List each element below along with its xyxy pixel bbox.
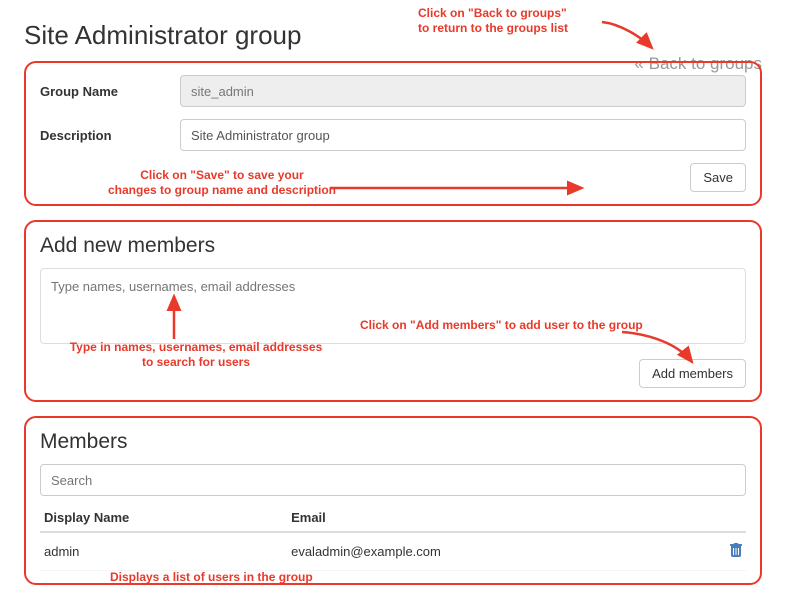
group-name-input[interactable]	[180, 75, 746, 107]
description-label: Description	[40, 128, 180, 143]
description-input[interactable]	[180, 119, 746, 151]
add-members-button[interactable]: Add members	[639, 359, 746, 388]
page-title: Site Administrator group	[24, 20, 762, 51]
member-display-name: admin	[40, 532, 287, 571]
add-members-panel: Add new members Add members	[24, 220, 762, 402]
trash-icon[interactable]	[730, 544, 742, 560]
group-details-panel: Group Name Description Save	[24, 61, 762, 206]
members-heading: Members	[40, 430, 746, 454]
save-button[interactable]: Save	[690, 163, 746, 192]
members-table: Display Name Email admin evaladmin@examp…	[40, 504, 746, 571]
col-email: Email	[287, 504, 675, 532]
members-panel: Members Display Name Email admin evaladm…	[24, 416, 762, 585]
group-name-label: Group Name	[40, 84, 180, 99]
member-email: evaladmin@example.com	[287, 532, 675, 571]
col-display-name: Display Name	[40, 504, 287, 532]
table-row: admin evaladmin@example.com	[40, 532, 746, 571]
add-members-input[interactable]	[40, 268, 746, 344]
add-members-heading: Add new members	[40, 234, 746, 258]
members-search-input[interactable]	[40, 464, 746, 496]
